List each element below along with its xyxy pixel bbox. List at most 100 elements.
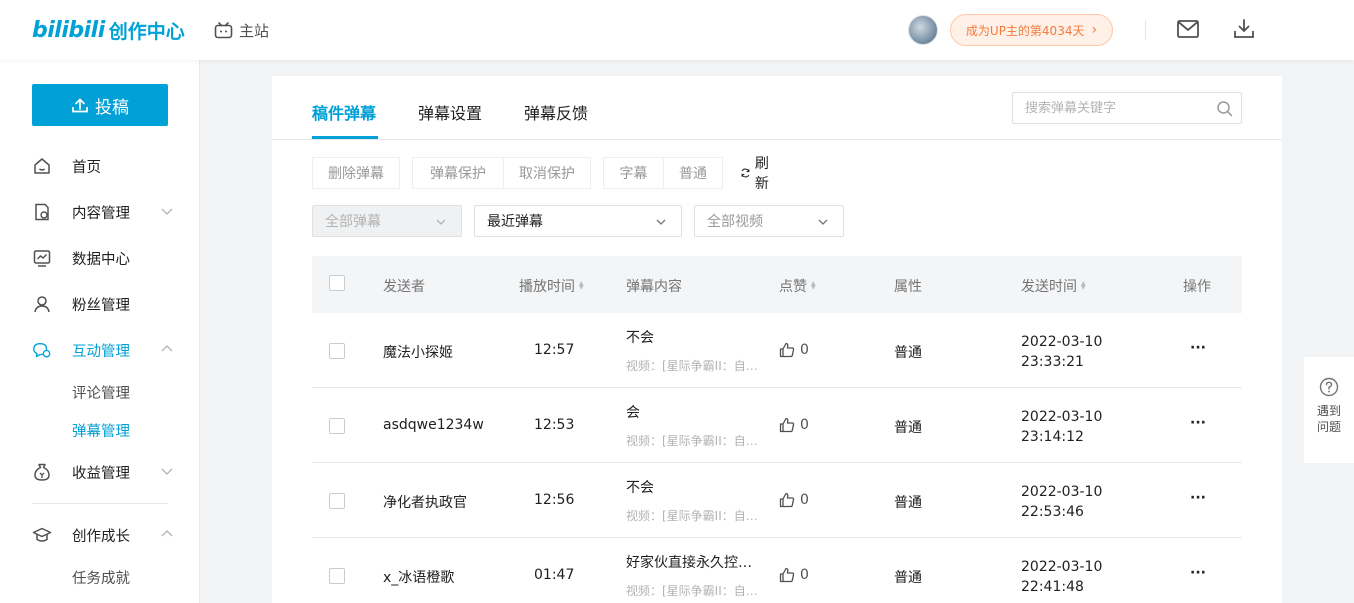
tab-danmaku-feedback[interactable]: 弹幕反馈	[524, 100, 588, 124]
play-time: 12:53	[534, 417, 575, 433]
send-date: 2022-03-10	[1021, 484, 1103, 500]
send-clock: 22:53:46	[1021, 504, 1084, 520]
row-checkbox[interactable]	[329, 418, 345, 434]
chevron-down-icon	[656, 219, 666, 225]
chevron-down-icon	[818, 219, 828, 225]
sender-name[interactable]: asdqwe1234w	[383, 417, 484, 433]
danmaku-attribute: 普通	[894, 495, 922, 511]
delete-danmaku-button[interactable]: 删除弹幕	[312, 157, 400, 189]
danmaku-content: 好家伙直接永久控…	[626, 555, 752, 571]
column-ops: 操作	[1183, 279, 1211, 295]
up-days-badge[interactable]: 成为UP主的第4034天 ›	[950, 14, 1113, 46]
sort-icon: ▲ ▼	[579, 280, 584, 291]
video-title[interactable]: 视频：[星际争霸II：自…	[626, 582, 760, 599]
upload-button[interactable]: 投稿	[32, 84, 168, 126]
danmaku-attribute: 普通	[894, 345, 922, 361]
subtitle-button[interactable]: 字幕	[603, 157, 664, 189]
send-time: 2022-03-10 23:33:21	[1021, 332, 1102, 372]
sidebar-item-label: 收益管理	[72, 465, 130, 482]
like-count-value: 0	[800, 567, 809, 583]
sidebar-subitem-danmaku[interactable]: 弹幕管理	[72, 420, 130, 441]
time-range-select[interactable]: 最近弹幕	[474, 205, 682, 237]
tab-danmaku-settings[interactable]: 弹幕设置	[418, 100, 482, 124]
refresh-button[interactable]: 刷新	[740, 156, 774, 192]
active-tab-indicator	[312, 136, 378, 139]
column-play-time[interactable]: 播放时间 ▲ ▼	[519, 276, 584, 296]
normal-button[interactable]: 普通	[663, 157, 723, 189]
chevron-right-icon: ›	[1091, 22, 1098, 38]
sidebar-item-label: 互动管理	[72, 343, 130, 360]
send-time: 2022-03-10 22:41:48	[1021, 557, 1102, 597]
sender-name[interactable]: 魔法小探姬	[383, 342, 453, 362]
more-options-icon[interactable]: ···	[1190, 340, 1206, 356]
protect-danmaku-button[interactable]: 弹幕保护	[412, 157, 504, 189]
danmaku-content: 会	[626, 405, 640, 421]
search-input[interactable]	[1013, 93, 1203, 123]
sidebar-item-content[interactable]: 内容管理	[32, 200, 182, 224]
top-bar: bilibili 创作中心 主站 成为UP主的第4034天 ›	[0, 0, 1354, 60]
thumbs-up-icon	[779, 492, 795, 508]
unprotect-danmaku-button[interactable]: 取消保护	[503, 157, 591, 189]
sidebar: 投稿 首页 内容管理 数据中心 粉丝管理 互动管理 评论管理 弹幕管理 收益管理…	[0, 60, 200, 603]
sidebar-item-income[interactable]: 收益管理	[32, 460, 182, 484]
like-count-value: 0	[800, 492, 809, 508]
more-options-icon[interactable]: ···	[1190, 415, 1206, 431]
sender-name[interactable]: x_冰语橙歌	[383, 567, 454, 587]
download-icon[interactable]	[1232, 17, 1256, 41]
mail-icon[interactable]	[1176, 18, 1200, 40]
sidebar-item-label: 数据中心	[72, 251, 130, 268]
table-row: 净化者执政官 12:56 不会 视频：[星际争霸II：自… 0 普通 2022-…	[312, 463, 1242, 538]
sidebar-subitem-tasks[interactable]: 任务成就	[72, 567, 130, 588]
video-select[interactable]: 全部视频	[694, 205, 844, 237]
brand-logo: bilibili	[32, 17, 105, 43]
tab-video-danmaku[interactable]: 稿件弹幕	[312, 100, 376, 124]
logo[interactable]: bilibili 创作中心	[32, 16, 185, 44]
sidebar-item-growth[interactable]: 创作成长	[32, 523, 182, 547]
play-time: 12:56	[534, 492, 575, 508]
home-link[interactable]: 主站	[214, 20, 269, 41]
more-options-icon[interactable]: ···	[1190, 490, 1206, 506]
select-all-checkbox[interactable]	[329, 275, 345, 291]
chevron-down-icon	[436, 219, 446, 225]
sender-name[interactable]: 净化者执政官	[383, 492, 467, 512]
search-box	[1012, 92, 1242, 124]
danmaku-type-select[interactable]: 全部弹幕	[312, 205, 462, 237]
help-widget[interactable]: 遇到问题	[1304, 357, 1354, 463]
column-sender: 发送者	[383, 279, 425, 295]
like-count-value: 0	[800, 342, 809, 358]
sidebar-item-label: 内容管理	[72, 205, 130, 222]
sidebar-subitem-comments[interactable]: 评论管理	[72, 382, 130, 403]
tv-icon	[214, 22, 233, 39]
table-header: 发送者 播放时间 ▲ ▼ 弹幕内容 点赞 ▲ ▼ 属性 发送时间 ▲ ▼ 操作	[312, 256, 1242, 313]
avatar[interactable]	[908, 15, 938, 45]
row-checkbox[interactable]	[329, 343, 345, 359]
danmaku-panel: 稿件弹幕 弹幕设置 弹幕反馈 删除弹幕 弹幕保护 取消保护 字幕 普通 刷新 全…	[272, 76, 1282, 603]
sidebar-item-data[interactable]: 数据中心	[32, 246, 182, 270]
more-options-icon[interactable]: ···	[1190, 565, 1206, 581]
column-send-time-label: 发送时间	[1021, 279, 1077, 295]
chevron-down-icon	[161, 208, 173, 215]
video-select-value: 全部视频	[707, 214, 763, 230]
column-likes[interactable]: 点赞 ▲ ▼	[779, 276, 816, 296]
chart-icon	[32, 248, 52, 268]
content-icon	[32, 202, 52, 222]
search-icon[interactable]	[1216, 100, 1233, 117]
interact-icon	[32, 340, 52, 360]
row-checkbox[interactable]	[329, 568, 345, 584]
brand-subtitle: 创作中心	[108, 20, 185, 43]
sidebar-item-home[interactable]: 首页	[32, 154, 182, 178]
sort-icon: ▲ ▼	[1081, 280, 1086, 291]
send-date: 2022-03-10	[1021, 559, 1103, 575]
table-row: asdqwe1234w 12:53 会 视频：[星际争霸II：自… 0 普通 2…	[312, 388, 1242, 463]
video-title[interactable]: 视频：[星际争霸II：自…	[626, 432, 760, 449]
sidebar-item-interaction[interactable]: 互动管理	[32, 338, 182, 362]
column-send-time[interactable]: 发送时间 ▲ ▼	[1021, 276, 1086, 296]
home-icon	[32, 156, 52, 176]
header-divider	[1145, 20, 1146, 40]
video-title[interactable]: 视频：[星际争霸II：自…	[626, 357, 760, 374]
danmaku-attribute: 普通	[894, 420, 922, 436]
row-checkbox[interactable]	[329, 493, 345, 509]
video-title[interactable]: 视频：[星际争霸II：自…	[626, 507, 760, 524]
upload-icon	[72, 98, 88, 113]
sidebar-item-fans[interactable]: 粉丝管理	[32, 292, 182, 316]
